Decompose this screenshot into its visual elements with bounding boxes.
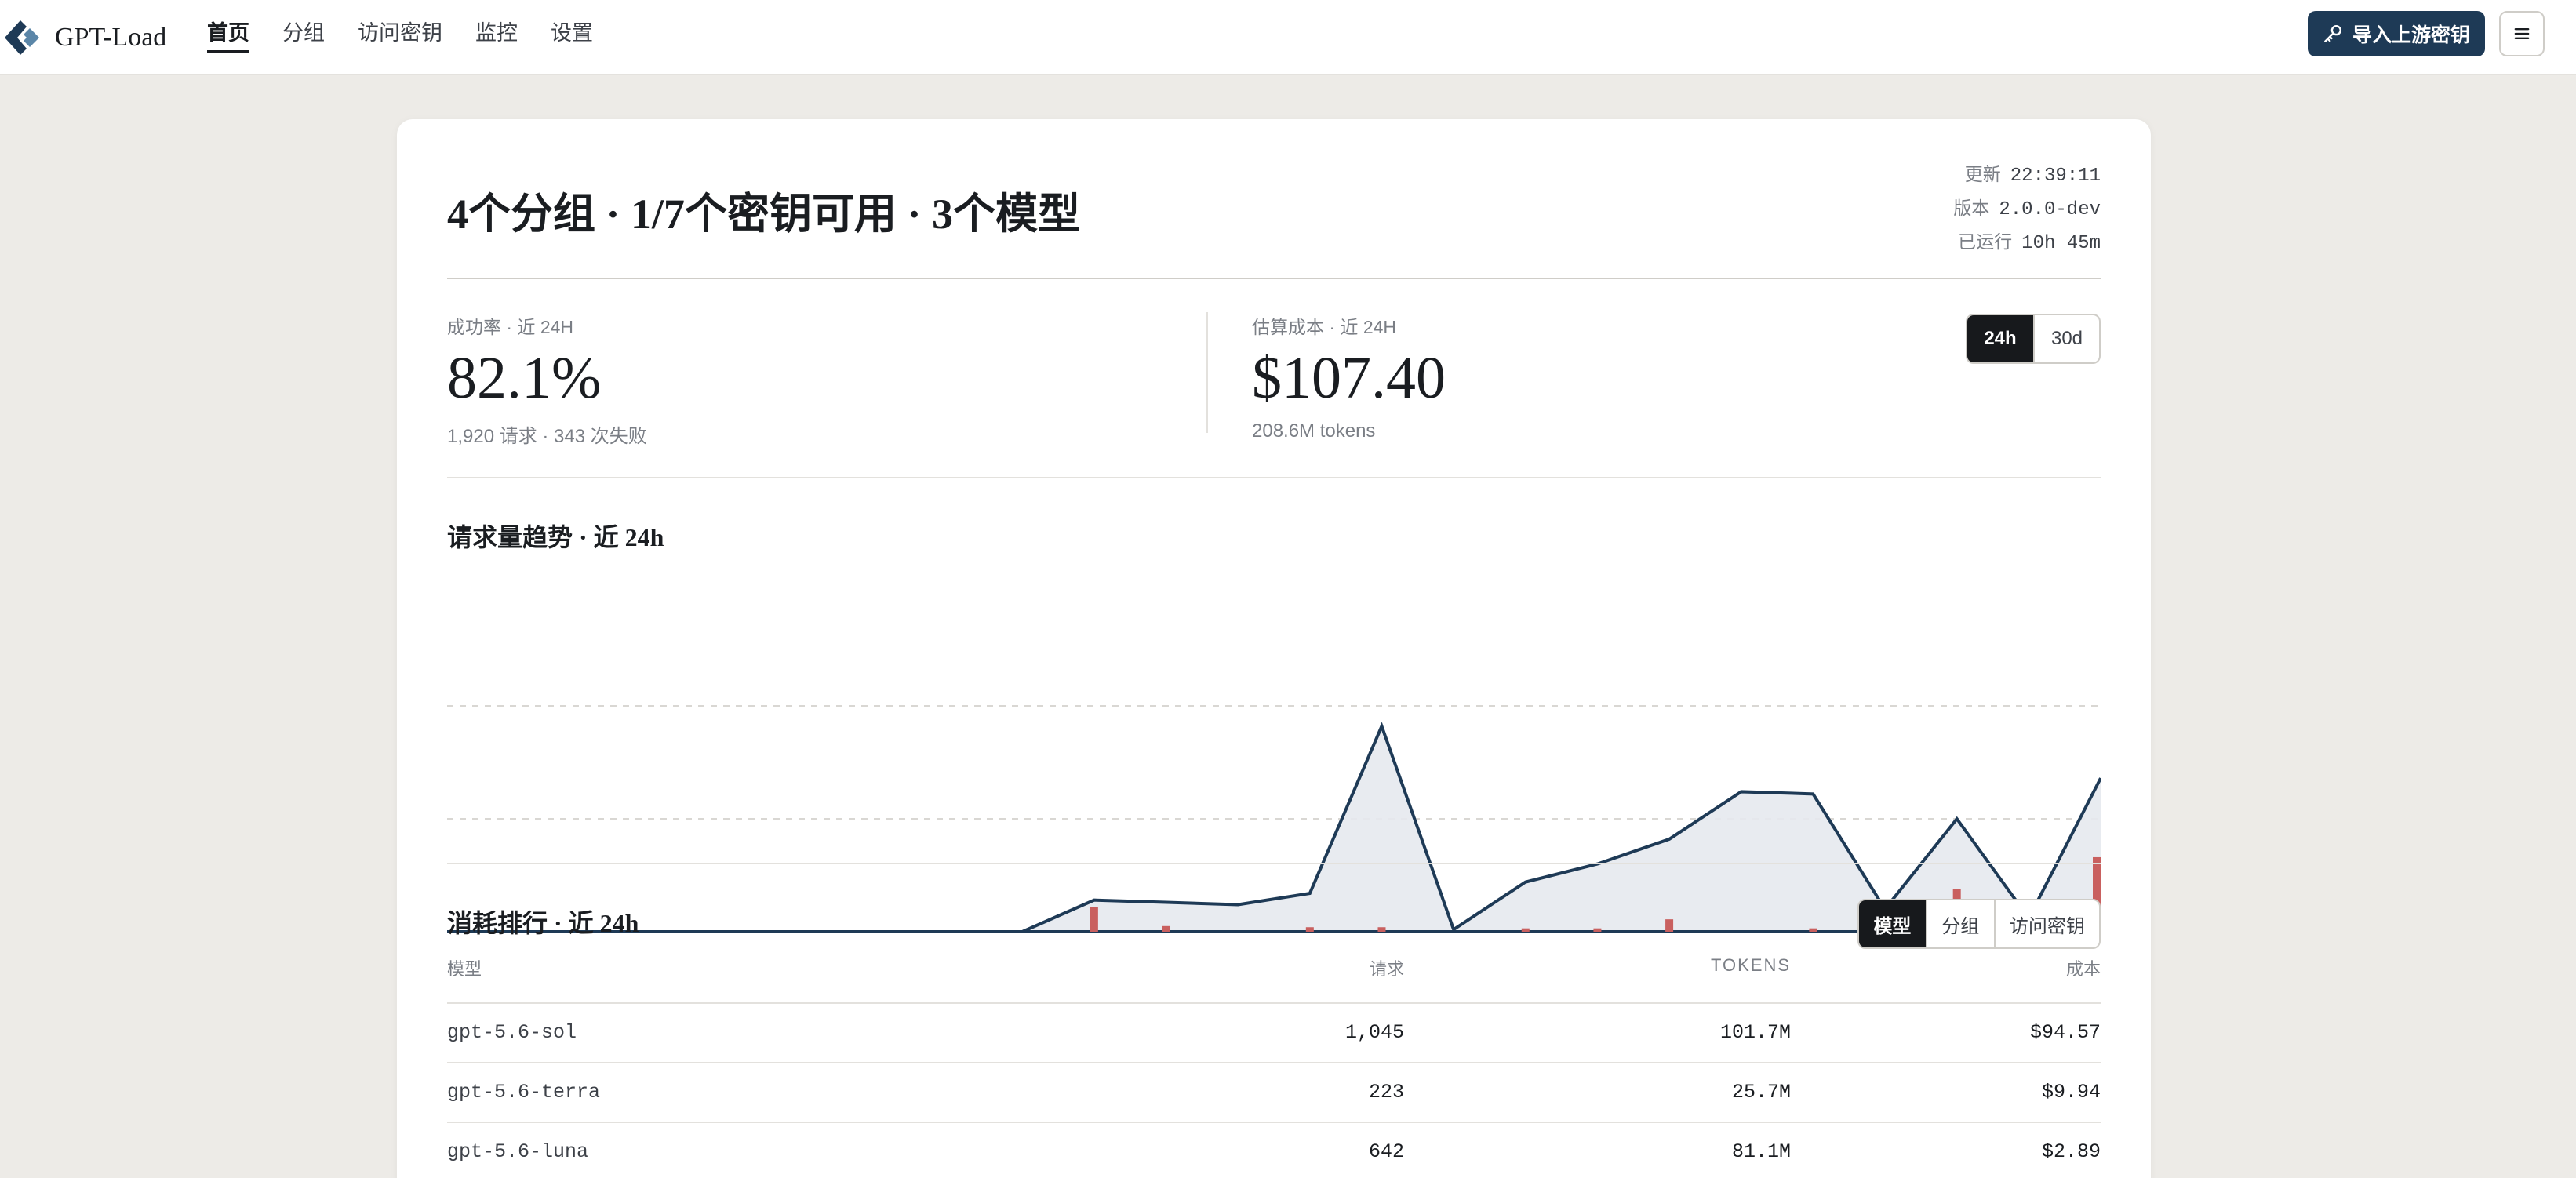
chart-area-fill — [447, 725, 2101, 932]
table-row[interactable]: gpt-5.6-luna 642 81.1M $2.89 — [447, 1123, 2101, 1178]
row-cost: $9.94 — [2041, 1081, 2101, 1103]
meta-uptime: 已运行 10h 45m — [1958, 231, 2101, 254]
row-requests: 1,045 — [1344, 1021, 1404, 1044]
menu-button[interactable] — [2499, 11, 2545, 56]
import-button-label: 导入上游密钥 — [2352, 24, 2470, 46]
col-header-model: 模型 — [447, 959, 482, 979]
success-rate-value: 82.1% — [447, 345, 602, 411]
chart-bar-point-16 — [1593, 928, 1602, 932]
key-icon — [2324, 25, 2341, 42]
success-rate-sub: 1,920 请求 · 343 次失败 — [447, 426, 647, 447]
row-cost: $94.57 — [2029, 1021, 2101, 1044]
models-suffix: 个模型 — [953, 191, 1081, 238]
success-rate-label: 成功率 · 近 24H — [447, 317, 574, 337]
keys-suffix: 个密钥可用 — [685, 191, 897, 238]
chart-bottom-divider — [447, 863, 2101, 864]
chart-bar-point-9 — [1090, 907, 1098, 932]
range-24h-button[interactable]: 24h — [1967, 315, 2033, 362]
chart-bar-point-17 — [1665, 919, 1674, 932]
dashboard-card: 4个分组 · 1/7个密钥可用 · 3个模型 更新 22:39:11 版本 2.0.… — [397, 119, 2151, 1178]
header-divider — [447, 278, 2101, 279]
keys-ratio: 1/7 — [631, 191, 686, 238]
estimated-cost-stat: 估算成本 · 近 24H $107.40 208.6M tokens — [1252, 312, 1446, 442]
ranking-title: 消耗排行 · 近 24h — [447, 909, 639, 937]
col-header-requests: 请求 — [1369, 959, 1404, 979]
models-count: 3 — [932, 191, 954, 238]
groups-suffix: 个分组 — [468, 191, 595, 238]
ranking-table-header: 模型 请求 TOKENS 成本 — [447, 955, 2101, 991]
tab-model[interactable]: 模型 — [1859, 900, 1926, 947]
row-requests: 642 — [1368, 1140, 1404, 1163]
table-row[interactable]: gpt-5.6-terra 223 25.7M $9.94 — [447, 1063, 2101, 1122]
tab-access-key[interactable]: 访问密钥 — [1993, 900, 2099, 947]
row-tokens: 25.7M — [1731, 1081, 1791, 1103]
nav-item-settings[interactable]: 设置 — [551, 0, 593, 75]
estimated-cost-label: 估算成本 · 近 24H — [1252, 317, 1397, 337]
hamburger-menu-icon — [2514, 28, 2530, 39]
ranking-dimension-tabs: 模型 分组 访问密钥 — [1857, 899, 2101, 949]
row-tokens: 81.1M — [1731, 1140, 1791, 1163]
estimated-cost-sub: 208.6M tokens — [1252, 420, 1376, 442]
nav-item-monitor[interactable]: 监控 — [475, 0, 518, 75]
meta-version: 版本 2.0.0-dev — [1953, 198, 2101, 220]
system-meta: 更新 22:39:11 版本 2.0.0-dev 已运行 10h 45m — [1953, 158, 2101, 260]
col-header-tokens: TOKENS — [1710, 955, 1791, 975]
request-trend-chart — [447, 705, 2101, 933]
groups-count: 4 — [447, 191, 468, 238]
success-rate-stat: 成功率 · 近 24H 82.1% 1,920 请求 · 343 次失败 — [447, 312, 647, 448]
main-nav: 首页 分组 访问密钥 监控 设置 — [207, 0, 626, 75]
row-model-name: gpt-5.6-terra — [447, 1081, 601, 1103]
row-model-name: gpt-5.6-luna — [447, 1140, 589, 1163]
chart-bar-point-19 — [1809, 928, 1817, 932]
tab-group[interactable]: 分组 — [1925, 900, 1994, 947]
nav-item-home[interactable]: 首页 — [207, 0, 249, 75]
brand-name: GPT-Load — [55, 23, 167, 52]
meta-updated: 更新 22:39:11 — [1964, 164, 2101, 187]
brand[interactable]: GPT-Load — [3, 17, 166, 58]
table-row[interactable]: gpt-5.6-sol 1,045 101.7M $94.57 — [447, 1004, 2101, 1062]
logo-icon — [5, 20, 39, 55]
range-30d-button[interactable]: 30d — [2033, 315, 2099, 362]
time-range-toggle: 24h 30d — [1966, 314, 2101, 364]
chart-bar-point-15 — [1521, 928, 1530, 932]
overview-headline: 4个分组 · 1/7个密钥可用 · 3个模型 — [447, 179, 1080, 241]
stats-bottom-divider — [447, 477, 2101, 478]
row-tokens: 101.7M — [1719, 1021, 1791, 1044]
row-requests: 223 — [1368, 1081, 1404, 1103]
estimated-cost-value: $107.40 — [1252, 345, 1446, 411]
headline-separator: · — [897, 191, 933, 238]
chart-bar-point-12 — [1305, 927, 1314, 932]
chart-bar-point-13 — [1377, 927, 1386, 932]
stats-divider — [1206, 312, 1208, 433]
row-model-name: gpt-5.6-sol — [447, 1021, 577, 1044]
chart-bar-point-10 — [1162, 925, 1170, 932]
nav-item-access-keys[interactable]: 访问密钥 — [358, 0, 442, 75]
top-navigation-bar: GPT-Load 首页 分组 访问密钥 监控 设置 导入上游密钥 — [0, 0, 2576, 75]
headline-separator: · — [595, 191, 631, 238]
col-header-cost: 成本 — [2065, 959, 2101, 979]
nav-item-groups[interactable]: 分组 — [282, 0, 325, 75]
row-cost: $2.89 — [2041, 1140, 2101, 1163]
import-upstream-keys-button[interactable]: 导入上游密钥 — [2308, 11, 2485, 56]
trend-title: 请求量趋势 · 近 24h — [447, 523, 664, 551]
